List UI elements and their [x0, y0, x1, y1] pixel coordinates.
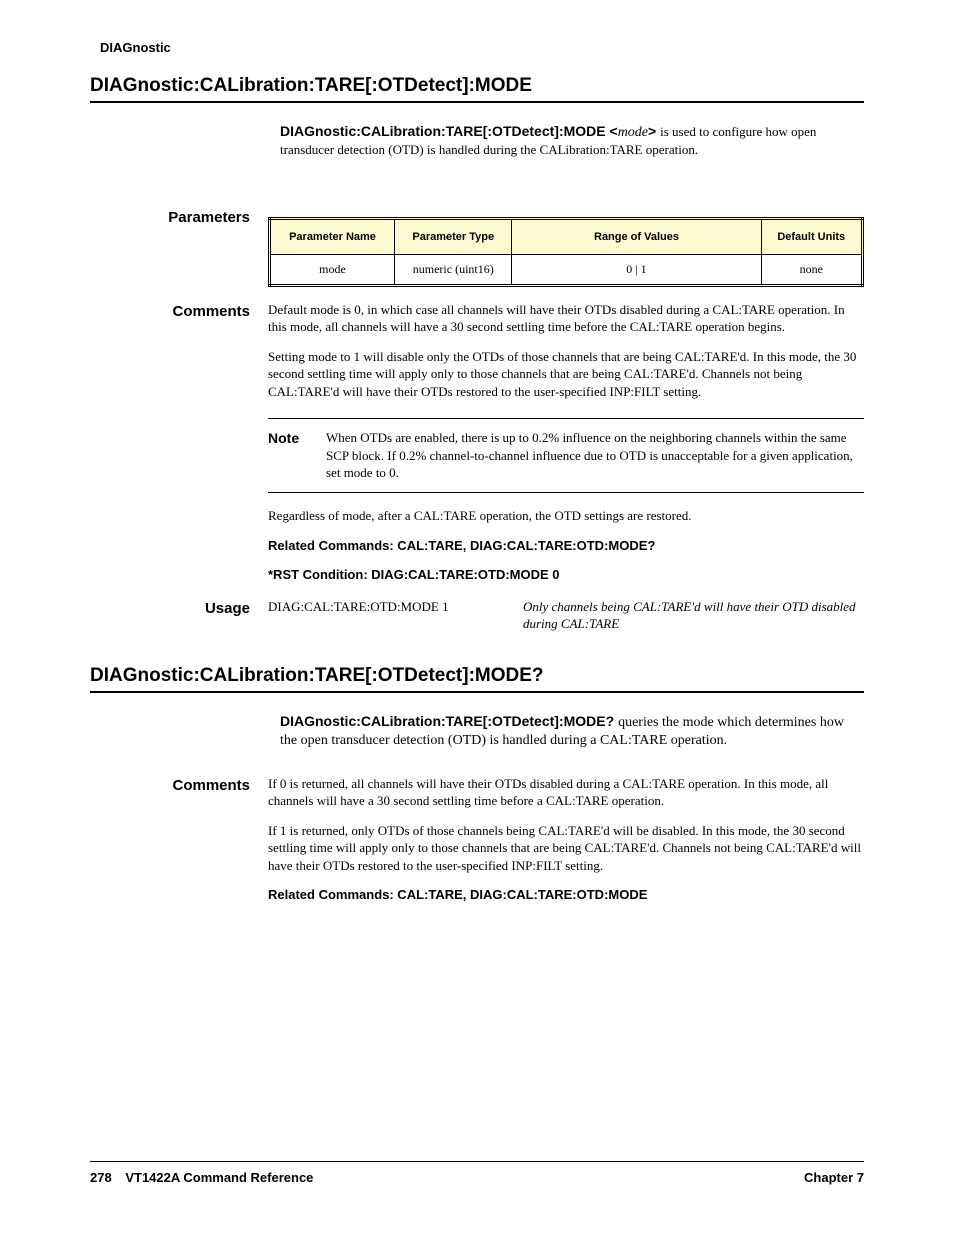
note-label: Note [268, 429, 308, 482]
section1-syntax: DIAGnostic:CALibration:TARE[:OTDetect]:M… [280, 123, 864, 159]
comments-label-2: Comments [90, 775, 250, 794]
param-cell-name: mode [270, 255, 395, 285]
param-head-range: Range of Values [512, 218, 761, 255]
running-head: DIAGnostic [100, 40, 864, 55]
section1-reset: *RST Condition: DIAG:CAL:TARE:OTD:MODE 0 [268, 566, 864, 584]
chapter-label: Chapter 7 [804, 1170, 864, 1185]
usage-expl-1: Only channels being CAL:TARE'd will have… [523, 598, 864, 633]
syntax-close: > [648, 123, 656, 139]
syntax-bold-2: DIAGnostic:CALibration:TARE[:OTDetect]:M… [280, 713, 614, 729]
syntax-bold: DIAGnostic:CALibration:TARE[:OTDetect]:M… [280, 123, 618, 139]
param-head-units: Default Units [761, 218, 862, 255]
section2-title: DIAGnostic:CALibration:TARE[:OTDetect]:M… [90, 665, 864, 693]
note-body: When OTDs are enabled, there is up to 0.… [326, 429, 864, 482]
section2-comment1: If 0 is returned, all channels will have… [268, 775, 864, 810]
page: DIAGnostic DIAGnostic:CALibration:TARE[:… [0, 0, 954, 1235]
doc-title: VT1422A Command Reference [125, 1170, 313, 1185]
section2-syntax: DIAGnostic:CALibration:TARE[:OTDetect]:M… [280, 713, 864, 749]
param-head-type: Parameter Type [395, 218, 512, 255]
section1-comment2: Setting mode to 1 will disable only the … [268, 348, 864, 401]
section1-related: Related Commands: CAL:TARE, DIAG:CAL:TAR… [268, 537, 864, 555]
param-cell-units: none [761, 255, 862, 285]
section1-comment1: Default mode is 0, in which case all cha… [268, 301, 864, 336]
param-cell-range: 0 | 1 [512, 255, 761, 285]
page-number: 278 [90, 1170, 112, 1185]
comments-label-1: Comments [90, 301, 250, 320]
usage-label: Usage [90, 598, 250, 617]
param-cell-type: numeric (uint16) [395, 255, 512, 285]
usage-cmd-1: DIAG:CAL:TARE:OTD:MODE 1 [268, 598, 523, 633]
section1-title: DIAGnostic:CALibration:TARE[:OTDetect]:M… [90, 75, 864, 103]
section2-related: Related Commands: CAL:TARE, DIAG:CAL:TAR… [268, 886, 864, 904]
syntax-param: mode [618, 125, 648, 140]
footer: 278 VT1422A Command Reference Chapter 7 [90, 1161, 864, 1185]
footer-left: 278 VT1422A Command Reference [90, 1170, 313, 1185]
section2-comment2: If 1 is returned, only OTDs of those cha… [268, 822, 864, 875]
parameters-table: Parameter Name Parameter Type Range of V… [268, 217, 864, 287]
param-head-name: Parameter Name [270, 218, 395, 255]
note-block: Note When OTDs are enabled, there is up … [268, 418, 864, 493]
parameters-label: Parameters [90, 207, 250, 226]
section1-comment3: Regardless of mode, after a CAL:TARE ope… [268, 507, 864, 525]
